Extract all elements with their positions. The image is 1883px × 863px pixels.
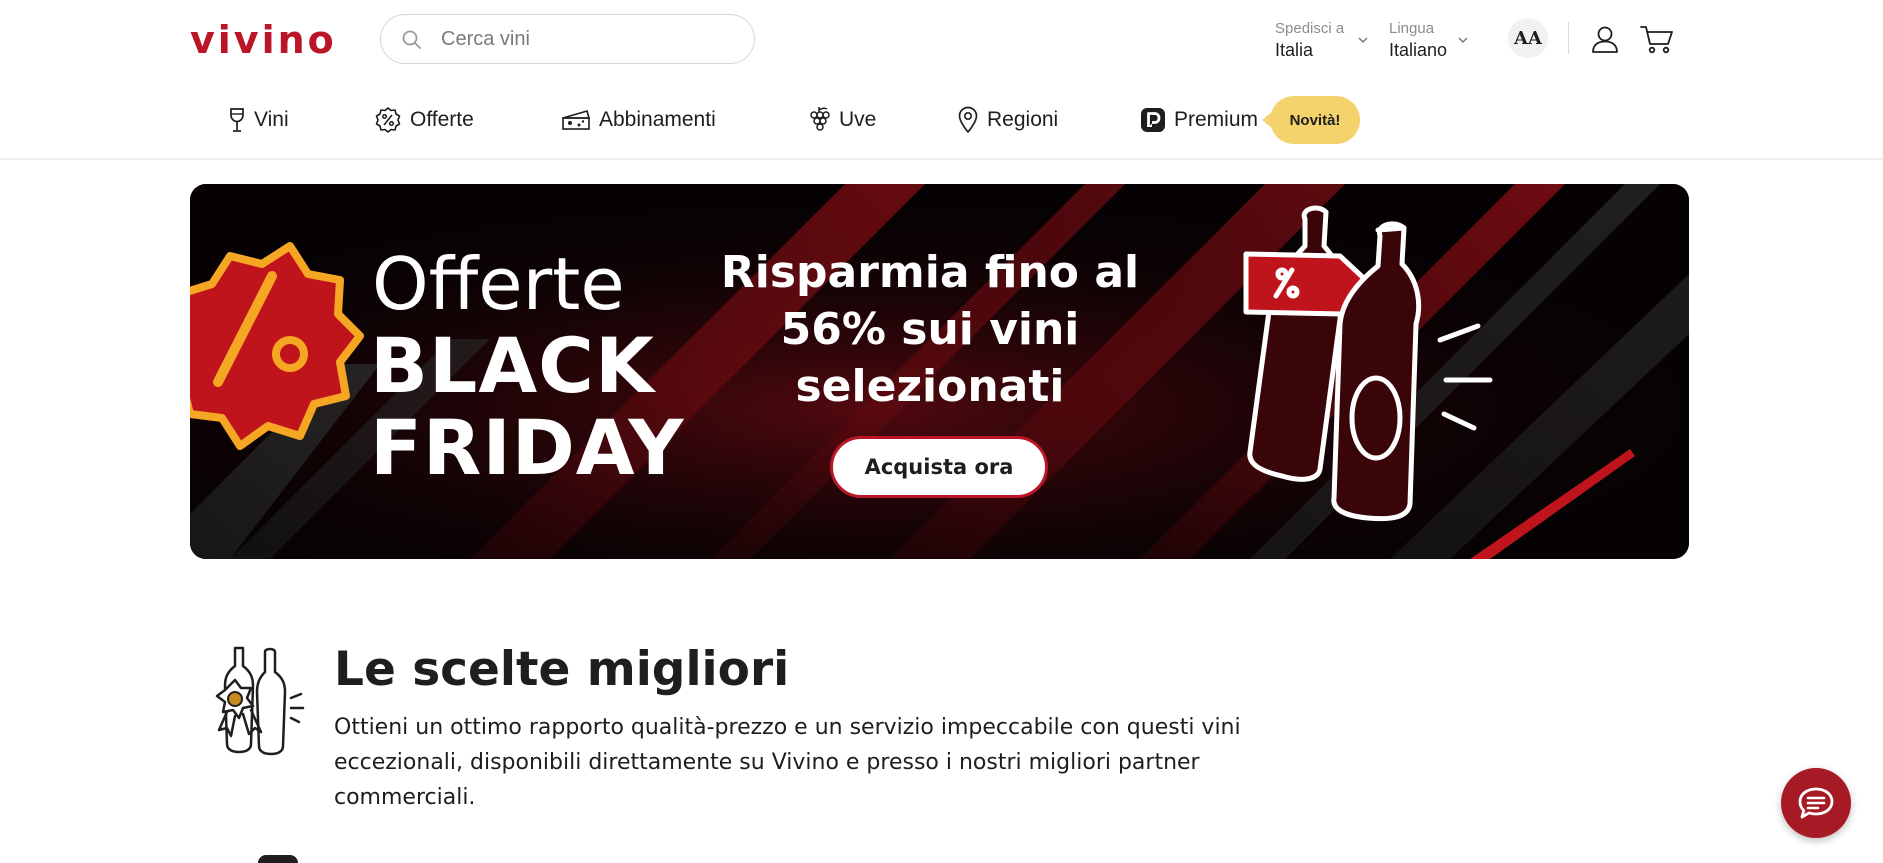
search-icon: [402, 30, 421, 49]
shop-now-button[interactable]: Acquista ora: [830, 436, 1048, 498]
banner-subtitle: Risparmia fino al 56% sui vini seleziona…: [720, 247, 1140, 412]
header-divider: [1568, 22, 1569, 54]
section-title: Le scelte migliori: [334, 642, 790, 697]
banner-title-line2: BLACK: [370, 321, 655, 410]
next-item-peek: [258, 855, 298, 863]
ship-to-value: Italia: [1275, 40, 1314, 60]
user-icon[interactable]: [1590, 24, 1620, 54]
section-description: Ottieni un ottimo rapporto qualità-prezz…: [334, 715, 1241, 810]
search-bar[interactable]: [380, 14, 755, 64]
banner-title-line1: Offerte: [372, 242, 625, 326]
black-friday-banner[interactable]: Offerte BLACK FRIDAY Risparmia fino al 5…: [190, 184, 1689, 559]
top-header: vivino Spedisci a Italia Lingua Italiano…: [0, 0, 1883, 80]
discount-icon: [375, 107, 401, 133]
nav-label: Offerte: [410, 108, 474, 131]
nav-label: Uve: [839, 108, 877, 131]
nav-label: Regioni: [987, 108, 1059, 131]
language-value: Italiano: [1389, 40, 1448, 60]
cart-icon[interactable]: [1640, 24, 1674, 54]
nav-label: Vini: [254, 108, 289, 131]
nav-label: Abbinamenti: [599, 108, 716, 131]
language-dropdown[interactable]: Lingua Italiano: [1389, 20, 1484, 60]
nav-label: Premium: [1174, 108, 1259, 131]
nav-item-offerte[interactable]: Offerte: [374, 102, 474, 138]
premium-icon: [1141, 108, 1165, 132]
language-label: Lingua: [1389, 20, 1435, 37]
nav-item-premium[interactable]: Premium: [1140, 102, 1258, 138]
nav-item-abbinamenti[interactable]: Abbinamenti: [561, 102, 716, 138]
new-badge: Novità!: [1262, 96, 1360, 144]
wine-glass-icon: [230, 108, 244, 132]
food-pairing-icon: [562, 110, 590, 130]
main-nav: Vini Offerte Abbinamenti Uve Regioni Pre…: [0, 90, 1883, 160]
chevron-down-icon: [1458, 37, 1468, 44]
ship-to-label: Spedisci a: [1275, 20, 1345, 37]
search-input[interactable]: [441, 23, 741, 55]
nav-item-vini[interactable]: Vini: [228, 102, 289, 138]
nav-item-regioni[interactable]: Regioni: [957, 102, 1058, 138]
location-pin-icon: [958, 106, 978, 133]
chevron-down-icon: [1358, 37, 1368, 44]
chat-icon: [1798, 787, 1834, 819]
award-bottles-icon: [215, 646, 305, 756]
grapes-icon: [810, 107, 830, 131]
chat-button[interactable]: [1781, 768, 1851, 838]
nav-item-uve[interactable]: Uve: [807, 102, 876, 138]
ship-to-dropdown[interactable]: Spedisci a Italia: [1275, 20, 1370, 60]
banner-title-line3: FRIDAY: [370, 403, 685, 492]
vivino-logo[interactable]: vivino: [190, 18, 337, 62]
text-size-icon[interactable]: AA: [1508, 18, 1548, 58]
